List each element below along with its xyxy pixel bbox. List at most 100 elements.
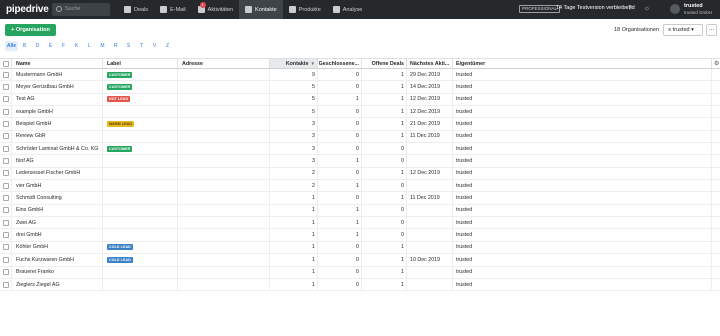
cell-name[interactable]: drei GmbH [12,229,103,241]
cell-name[interactable]: vier GmbH [12,180,103,192]
header-closed-deals[interactable]: Geschlossene... [318,59,362,68]
cell-name[interactable]: Zieglers Ziegel AG [12,278,103,291]
cell-name[interactable]: Brauerei Franko [12,266,103,278]
lightbulb-icon[interactable]: ☼ [643,5,651,13]
row-checkbox[interactable] [0,130,12,143]
alphabet-letter-m[interactable]: M [96,41,109,51]
nav-item-analyse[interactable]: Analyse [327,0,369,19]
alphabet-letter-k[interactable]: K [70,41,83,51]
row-checkbox[interactable] [0,155,12,167]
user-avatar[interactable] [670,4,680,14]
nav-item-produkte[interactable]: Produkte [283,0,327,19]
table-row[interactable]: drei GmbH 1 1 0 trusted [0,229,720,242]
alphabet-letter-e[interactable]: E [44,41,57,51]
row-checkbox[interactable] [0,266,12,278]
row-checkbox[interactable] [0,204,12,217]
row-checkbox[interactable] [0,241,12,254]
cell-closed-deals: 0 [318,266,362,278]
search-input[interactable]: Suche [52,3,110,16]
pipedrive-logo[interactable]: pipedrive [6,4,49,15]
alphabet-letter-r[interactable]: R [109,41,122,51]
cell-name[interactable]: Beispiel GmbH [12,118,103,130]
table-row[interactable]: Fuchs Kurzwaren GmbH COLD LEAD 1 0 1 10 Dec 2… [0,254,720,267]
cell-name[interactable]: Ledersessel Fischer GmbH [12,167,103,180]
cell-contacts: 3 [270,130,318,143]
cell-closed-deals: 1 [318,204,362,217]
header-next-activity[interactable]: Nächstes Akti... [407,59,453,68]
table-row[interactable]: Zwei AG 1 1 0 trusted [0,217,720,230]
cell-name[interactable]: Schmidt Consulting [12,192,103,204]
row-checkbox[interactable] [0,81,12,93]
select-all-checkbox[interactable] [0,59,12,68]
cell-next-activity [407,278,453,291]
alphabet-letter-z[interactable]: Z [161,41,174,51]
row-checkbox[interactable] [0,143,12,155]
cell-name[interactable]: Meyer Gerüstbau GmbH [12,81,103,93]
cell-name[interactable]: fünf AG [12,155,103,167]
row-checkbox[interactable] [0,278,12,291]
table-row[interactable]: Schröder Laminat GmbH & Co. KG CUSTOMER 3 0… [0,143,720,156]
nav-item-aktivit-ten[interactable]: 1 Aktivitäten [192,0,239,19]
row-checkbox[interactable] [0,217,12,229]
table-row[interactable]: Test AG HOT LEAD 5 1 1 12 Dec 2019 trusted [0,93,720,107]
row-checkbox[interactable] [0,192,12,204]
table-row[interactable]: fünf AG 3 1 0 trusted [0,155,720,168]
alphabet-letter-d[interactable]: D [31,41,44,51]
cell-name[interactable]: example GmbH [12,106,103,118]
row-checkbox[interactable] [0,254,12,266]
table-row[interactable]: example GmbH 5 0 1 12 Dec 2019 trusted [0,106,720,119]
row-checkbox[interactable] [0,69,12,81]
alphabet-letter-alle[interactable]: Alle [5,41,18,51]
cell-label: CUSTOMER [103,81,178,93]
header-contacts[interactable]: Kontakte ▼ [270,59,318,68]
nav-item-deals[interactable]: Deals [118,0,154,19]
cell-name[interactable]: Eins GmbH [12,204,103,217]
table-row[interactable]: Zieglers Ziegel AG 1 0 1 trusted [0,278,720,292]
table-row[interactable]: vier GmbH 2 1 0 trusted [0,180,720,193]
header-name[interactable]: Name [12,59,103,68]
row-checkbox[interactable] [0,180,12,192]
cell-closed-deals: 1 [318,93,362,106]
row-checkbox[interactable] [0,106,12,118]
table-row[interactable]: Eins GmbH 1 1 0 trusted [0,204,720,218]
header-owner[interactable]: Eigentümer [453,59,712,68]
row-checkbox[interactable] [0,167,12,180]
header-label[interactable]: Label [103,59,178,68]
help-icon[interactable]: ? [626,5,634,13]
table-row[interactable]: Brauerei Franko 1 0 1 trusted [0,266,720,279]
row-checkbox[interactable] [0,93,12,106]
nav-item-e-mail[interactable]: E-Mail [154,0,192,19]
alphabet-letter-t[interactable]: T [135,41,148,51]
cell-closed-deals: 0 [318,192,362,204]
header-address[interactable]: Adresse [178,59,270,68]
table-row[interactable]: Meyer Gerüstbau GmbH CUSTOMER 5 0 1 14 Dec 20… [0,81,720,94]
header-open-deals[interactable]: Offene Deals [362,59,407,68]
alphabet-letter-v[interactable]: V [148,41,161,51]
alphabet-letter-b[interactable]: B [18,41,31,51]
column-settings-icon[interactable]: ⚙ [714,61,720,67]
table-row[interactable]: Ledersessel Fischer GmbH 2 0 1 12 Dec 2019 tr… [0,167,720,181]
trial-link[interactable]: 14 Tage Testversion verbleibend [556,5,635,11]
cell-name[interactable]: Fuchs Kurzwaren GmbH [12,254,103,266]
add-organisation-button[interactable]: + Organisation [5,24,56,36]
row-checkbox[interactable] [0,229,12,241]
user-name[interactable]: trusted [684,3,703,9]
table-row[interactable]: Review GbR 3 0 1 11 Dec 2019 trusted [0,130,720,144]
cell-name[interactable]: Köhler GmbH [12,241,103,254]
cell-name[interactable]: Zwei AG [12,217,103,229]
alphabet-letter-l[interactable]: L [83,41,96,51]
owner-filter-dropdown[interactable]: ≡ trusted ▾ [663,24,703,36]
alphabet-letter-s[interactable]: S [122,41,135,51]
cell-name[interactable]: Test AG [12,93,103,106]
nav-item-kontakte[interactable]: Kontakte [239,0,283,19]
cell-name[interactable]: Schröder Laminat GmbH & Co. KG [12,143,103,155]
table-row[interactable]: Mustermann GmbH CUSTOMER 9 0 1 29 Dec 2019 tru… [0,69,720,82]
row-checkbox[interactable] [0,118,12,130]
cell-name[interactable]: Review GbR [12,130,103,143]
table-row[interactable]: Köhler GmbH COLD LEAD 1 0 1 trusted [0,241,720,255]
alphabet-letter-f[interactable]: F [57,41,70,51]
cell-name[interactable]: Mustermann GmbH [12,69,103,81]
table-row[interactable]: Beispiel GmbH WARM LEAD 3 0 1 21 Dec 2019 trus… [0,118,720,131]
more-options-button[interactable]: ... [706,24,717,36]
table-row[interactable]: Schmidt Consulting 1 0 1 11 Dec 2019 trusted [0,192,720,205]
